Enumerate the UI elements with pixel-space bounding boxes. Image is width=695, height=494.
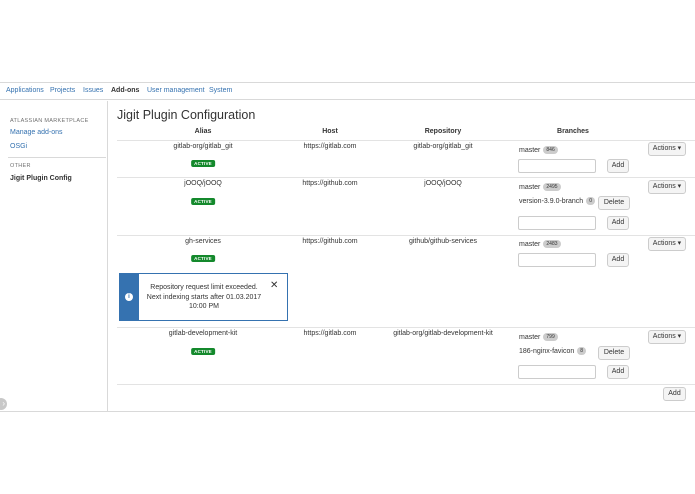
delete-branch-button[interactable]: Delete	[598, 346, 630, 360]
actions-dropdown-button[interactable]: Actions ▾	[648, 142, 686, 156]
admin-top-nav: Applications Projects Issues Add-ons Use…	[0, 82, 695, 100]
chevron-right-icon: ›	[2, 399, 5, 408]
row-divider	[117, 327, 695, 328]
repository-cell: gitlab-org/gitlab-development-kit	[393, 330, 493, 337]
branch-name: version-3.9.0-branch	[519, 198, 584, 205]
status-badge: ACTIVE	[191, 198, 215, 205]
status-badge: ACTIVE	[191, 160, 215, 167]
repository-cell: github/github-services	[408, 238, 478, 245]
branch-name: master	[519, 184, 541, 191]
delete-branch-button[interactable]: Delete	[598, 196, 630, 210]
tab-system[interactable]: System	[209, 87, 232, 94]
branch-name: master	[519, 334, 541, 341]
tab-issues[interactable]: Issues	[83, 87, 103, 94]
new-branch-input[interactable]	[518, 216, 596, 230]
branch-name: 186-nginx-favicon	[519, 348, 575, 355]
actions-dropdown-button[interactable]: Actions ▾	[648, 330, 686, 344]
sidebar-item-jigit-plugin-config[interactable]: Jigit Plugin Config	[10, 175, 72, 182]
alias-cell: gitlab-org/gitlab_git	[173, 143, 233, 150]
content-bottom-border	[0, 411, 695, 412]
status-badge: ACTIVE	[191, 348, 215, 355]
close-icon[interactable]: ✕	[270, 281, 278, 291]
host-cell: https://github.com	[302, 180, 358, 187]
sidebar: ATLASSIAN MARKETPLACE Manage add-ons OSG…	[0, 101, 108, 411]
commit-count-badge: 2495	[543, 183, 561, 191]
table-header-divider	[117, 140, 695, 141]
host-cell: https://gitlab.com	[303, 143, 357, 150]
host-cell: https://github.com	[302, 238, 358, 245]
add-branch-button[interactable]: Add	[607, 365, 629, 379]
sidebar-item-osgi[interactable]: OSGi	[10, 143, 27, 150]
rate-limit-flag: i Repository request limit exceeded. Nex…	[119, 273, 288, 321]
commit-count-badge: 8	[577, 347, 587, 355]
sidebar-heading-marketplace: ATLASSIAN MARKETPLACE	[10, 118, 89, 124]
alias-cell: gitlab-development-kit	[168, 330, 238, 337]
column-header-host: Host	[322, 128, 338, 135]
add-branch-button[interactable]: Add	[607, 253, 629, 267]
add-repository-button[interactable]: Add	[663, 387, 686, 401]
actions-dropdown-button[interactable]: Actions ▾	[648, 237, 686, 251]
branch-item: 186-nginx-favicon 8	[519, 347, 587, 355]
branch-item: version-3.9.0-branch 0	[519, 197, 595, 205]
column-header-repository: Repository	[424, 128, 462, 135]
tab-projects[interactable]: Projects	[50, 87, 75, 94]
page-title: Jigit Plugin Configuration	[117, 108, 256, 122]
branch-item: master 2495	[519, 183, 561, 191]
host-cell: https://gitlab.com	[303, 330, 357, 337]
flag-message: Repository request limit exceeded. Next …	[146, 284, 262, 310]
row-divider	[117, 177, 695, 178]
column-header-branches: Branches	[557, 128, 589, 135]
repository-cell: gitlab-org/gitlab_git	[413, 143, 473, 150]
actions-dropdown-button[interactable]: Actions ▾	[648, 180, 686, 194]
commit-count-badge: 0	[586, 197, 595, 205]
tab-applications[interactable]: Applications	[6, 87, 44, 94]
alias-cell: jOOQ/jOOQ	[184, 180, 222, 187]
row-divider	[117, 384, 695, 385]
info-icon: i	[125, 293, 133, 301]
commit-count-badge: 846	[543, 146, 558, 154]
branch-name: master	[519, 241, 541, 248]
commit-count-badge: 799	[543, 333, 558, 341]
sidebar-heading-other: OTHER	[10, 163, 31, 169]
repository-cell: jOOQ/jOOQ	[424, 180, 462, 187]
sidebar-item-manage-add-ons[interactable]: Manage add-ons	[10, 129, 63, 136]
tab-user-management[interactable]: User management	[147, 87, 205, 94]
branch-item: master 846	[519, 146, 558, 154]
alias-cell: gh-services	[185, 238, 221, 245]
tab-add-ons[interactable]: Add-ons	[111, 87, 139, 94]
branch-name: master	[519, 147, 541, 154]
column-header-alias: Alias	[194, 128, 212, 135]
new-branch-input[interactable]	[518, 253, 596, 267]
new-branch-input[interactable]	[518, 159, 596, 173]
row-divider	[117, 235, 695, 236]
branch-item: master 799	[519, 333, 558, 341]
add-branch-button[interactable]: Add	[607, 159, 629, 173]
add-branch-button[interactable]: Add	[607, 216, 629, 230]
new-branch-input[interactable]	[518, 365, 596, 379]
commit-count-badge: 2483	[543, 240, 561, 248]
branch-item: master 2483	[519, 240, 561, 248]
sidebar-divider	[8, 157, 106, 158]
status-badge: ACTIVE	[191, 255, 215, 262]
